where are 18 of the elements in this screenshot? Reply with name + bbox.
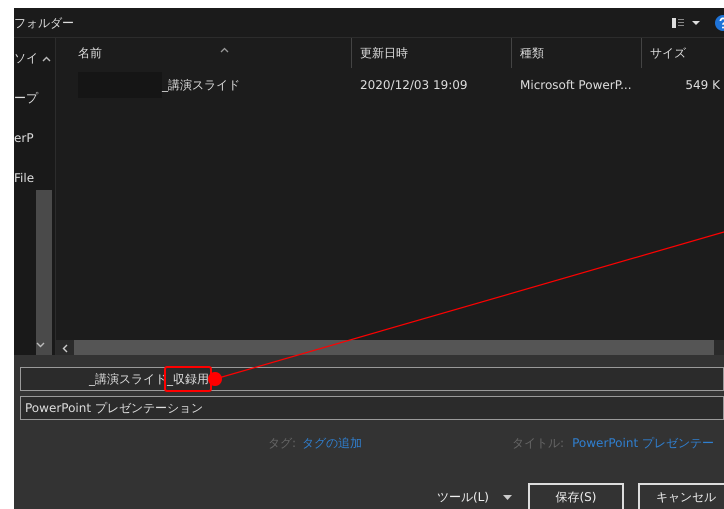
column-header[interactable]: 更新日時 bbox=[360, 44, 408, 62]
column-header[interactable]: 名前 bbox=[78, 44, 102, 62]
nav-item[interactable]: File bbox=[14, 169, 34, 187]
table-cell-text: Microsoft PowerP... bbox=[520, 77, 632, 94]
save-button[interactable]: 保存(S) bbox=[528, 483, 624, 509]
nav-item[interactable]: ープ bbox=[14, 89, 38, 107]
file-type-dropdown[interactable]: PowerPoint プレゼンテーション bbox=[20, 396, 724, 420]
nav-item[interactable]: ソイ bbox=[14, 49, 38, 67]
table-cell-text: 2020/12/03 19:09 bbox=[360, 77, 468, 94]
window-title: フォルダー bbox=[14, 14, 74, 32]
table-cell-text: 549 K bbox=[685, 77, 720, 94]
nav-item[interactable]: erP bbox=[14, 129, 34, 147]
table-cell-text: _講演スライド bbox=[162, 77, 240, 94]
scrollbar-thumb[interactable] bbox=[74, 340, 714, 355]
column-header[interactable]: 種類 bbox=[520, 44, 544, 62]
cancel-button[interactable]: キャンセル bbox=[638, 483, 724, 509]
column-header[interactable]: サイズ bbox=[650, 44, 686, 62]
scrollbar-thumb[interactable] bbox=[36, 190, 52, 355]
